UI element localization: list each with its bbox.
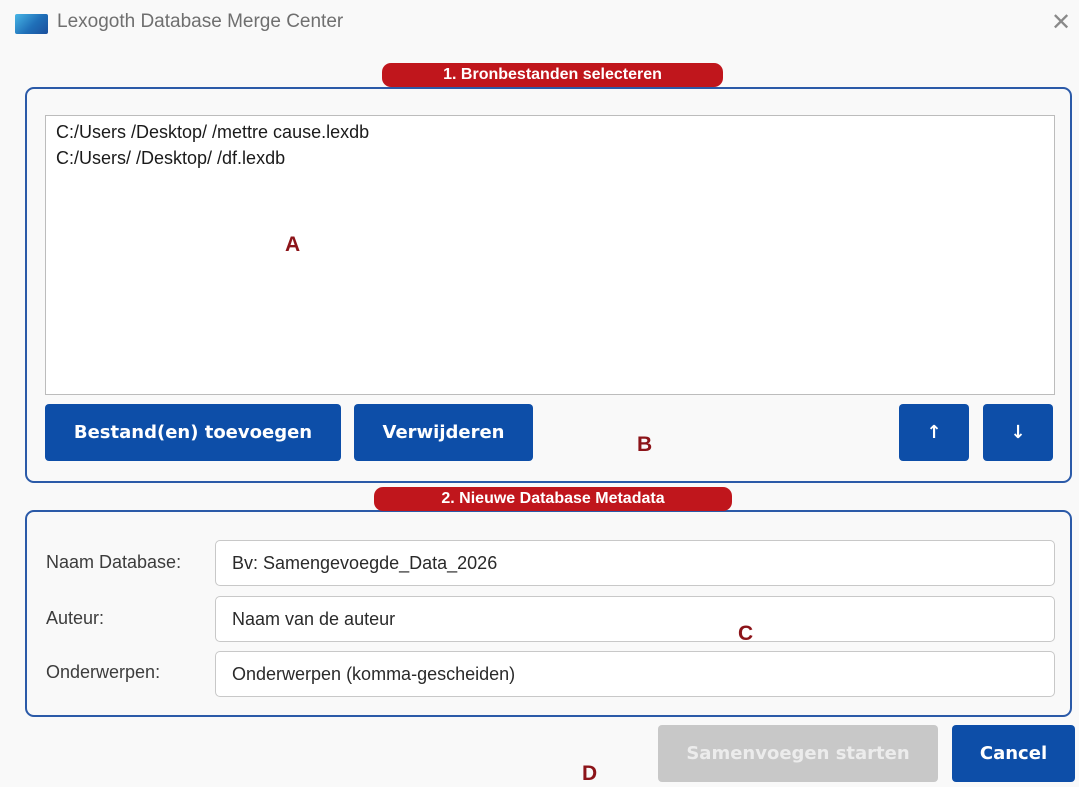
metadata-legend: 2. Nieuwe Database Metadata bbox=[374, 487, 732, 511]
file-list-item[interactable]: C:/Users/ /Desktop/ /df.lexdb bbox=[56, 148, 285, 169]
author-label: Auteur: bbox=[46, 608, 105, 628]
subjects-label: Onderwerpen: bbox=[46, 662, 161, 682]
move-up-button[interactable]: ↑ bbox=[899, 404, 969, 461]
author-input[interactable] bbox=[215, 596, 1055, 642]
annotation-d: D bbox=[582, 762, 598, 785]
annotation-c: C bbox=[738, 622, 754, 645]
subjects-input[interactable] bbox=[215, 651, 1055, 697]
app-logo-icon bbox=[15, 14, 48, 34]
start-merge-button[interactable]: Samenvoegen starten bbox=[658, 725, 938, 782]
annotation-b: B bbox=[637, 433, 653, 456]
close-icon[interactable]: ✕ bbox=[1049, 11, 1073, 36]
annotation-a: A bbox=[285, 233, 301, 256]
file-list-item[interactable]: C:/Users /Desktop/ /mettre cause.lexdb bbox=[56, 122, 369, 143]
title-bar: Lexogoth Database Merge Center ✕ bbox=[0, 0, 1079, 46]
add-files-button[interactable]: Bestand(en) toevoegen bbox=[45, 404, 341, 461]
database-name-label: Naam Database: bbox=[46, 552, 182, 572]
window-title: Lexogoth Database Merge Center bbox=[57, 11, 344, 32]
source-files-legend: 1. Bronbestanden selecteren bbox=[382, 63, 723, 87]
move-down-button[interactable]: ↓ bbox=[983, 404, 1053, 461]
cancel-button[interactable]: Cancel bbox=[952, 725, 1075, 782]
remove-button[interactable]: Verwijderen bbox=[354, 404, 533, 461]
database-name-input[interactable] bbox=[215, 540, 1055, 586]
source-file-list[interactable]: C:/Users /Desktop/ /mettre cause.lexdb C… bbox=[45, 115, 1055, 395]
